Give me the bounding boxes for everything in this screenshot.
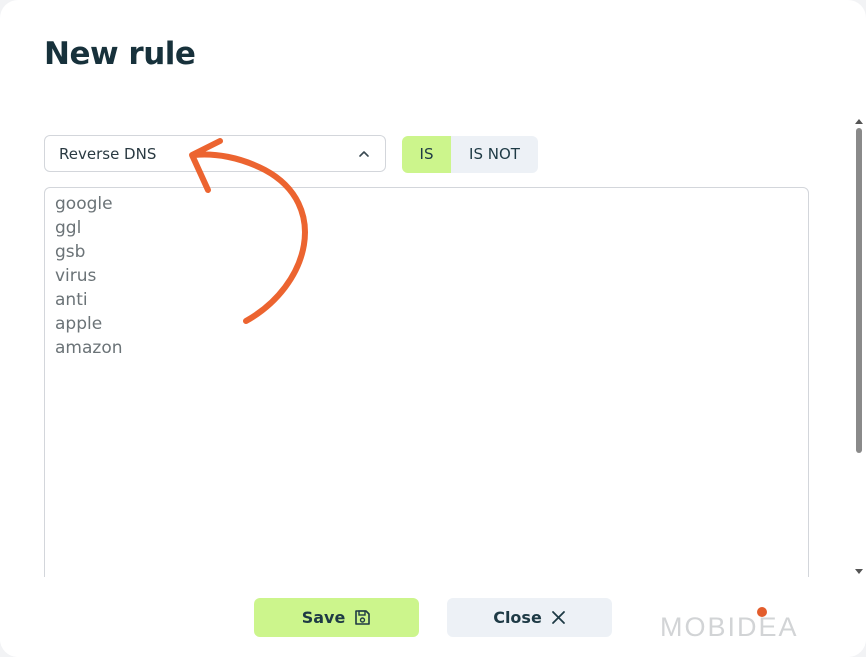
value-line: google: [55, 194, 113, 214]
close-button-label: Close: [493, 608, 542, 627]
dialog-scrollbar[interactable]: [853, 115, 865, 580]
filter-type-value: Reverse DNS: [59, 145, 157, 163]
value-line: amazon: [55, 338, 123, 358]
value-line: virus: [55, 266, 97, 286]
dialog-footer: Save Close MOBIDEA: [0, 577, 866, 657]
value-line: anti: [55, 290, 88, 310]
value-line: apple: [55, 314, 103, 334]
toggle-is-option[interactable]: IS: [402, 136, 451, 173]
save-button[interactable]: Save: [254, 598, 419, 637]
mobidea-logo: MOBIDEA: [660, 612, 799, 642]
values-textarea[interactable]: google ggl gsb virus anti apple amazon: [44, 187, 809, 607]
new-rule-dialog: New rule Reverse DNS IS IS NOT google gg…: [0, 0, 866, 657]
match-toggle: IS IS NOT: [402, 136, 538, 173]
dialog-title: New rule: [44, 36, 196, 72]
scroll-up-arrow-icon[interactable]: [855, 119, 863, 124]
floppy-disk-icon: [355, 610, 371, 625]
save-button-label: Save: [301, 608, 346, 627]
toggle-is-not-option[interactable]: IS NOT: [451, 136, 538, 173]
scrollbar-thumb[interactable]: [856, 128, 862, 453]
close-button[interactable]: Close: [447, 598, 612, 637]
values-list: google ggl gsb virus anti apple amazon: [55, 192, 123, 360]
value-line: ggl: [55, 218, 82, 238]
scroll-down-arrow-icon[interactable]: [855, 569, 863, 574]
chevron-up-icon: [359, 151, 369, 157]
logo-dot: [757, 607, 767, 617]
curved-arrow-icon: [189, 138, 308, 324]
close-icon: [551, 611, 565, 624]
value-line: gsb: [55, 242, 86, 262]
